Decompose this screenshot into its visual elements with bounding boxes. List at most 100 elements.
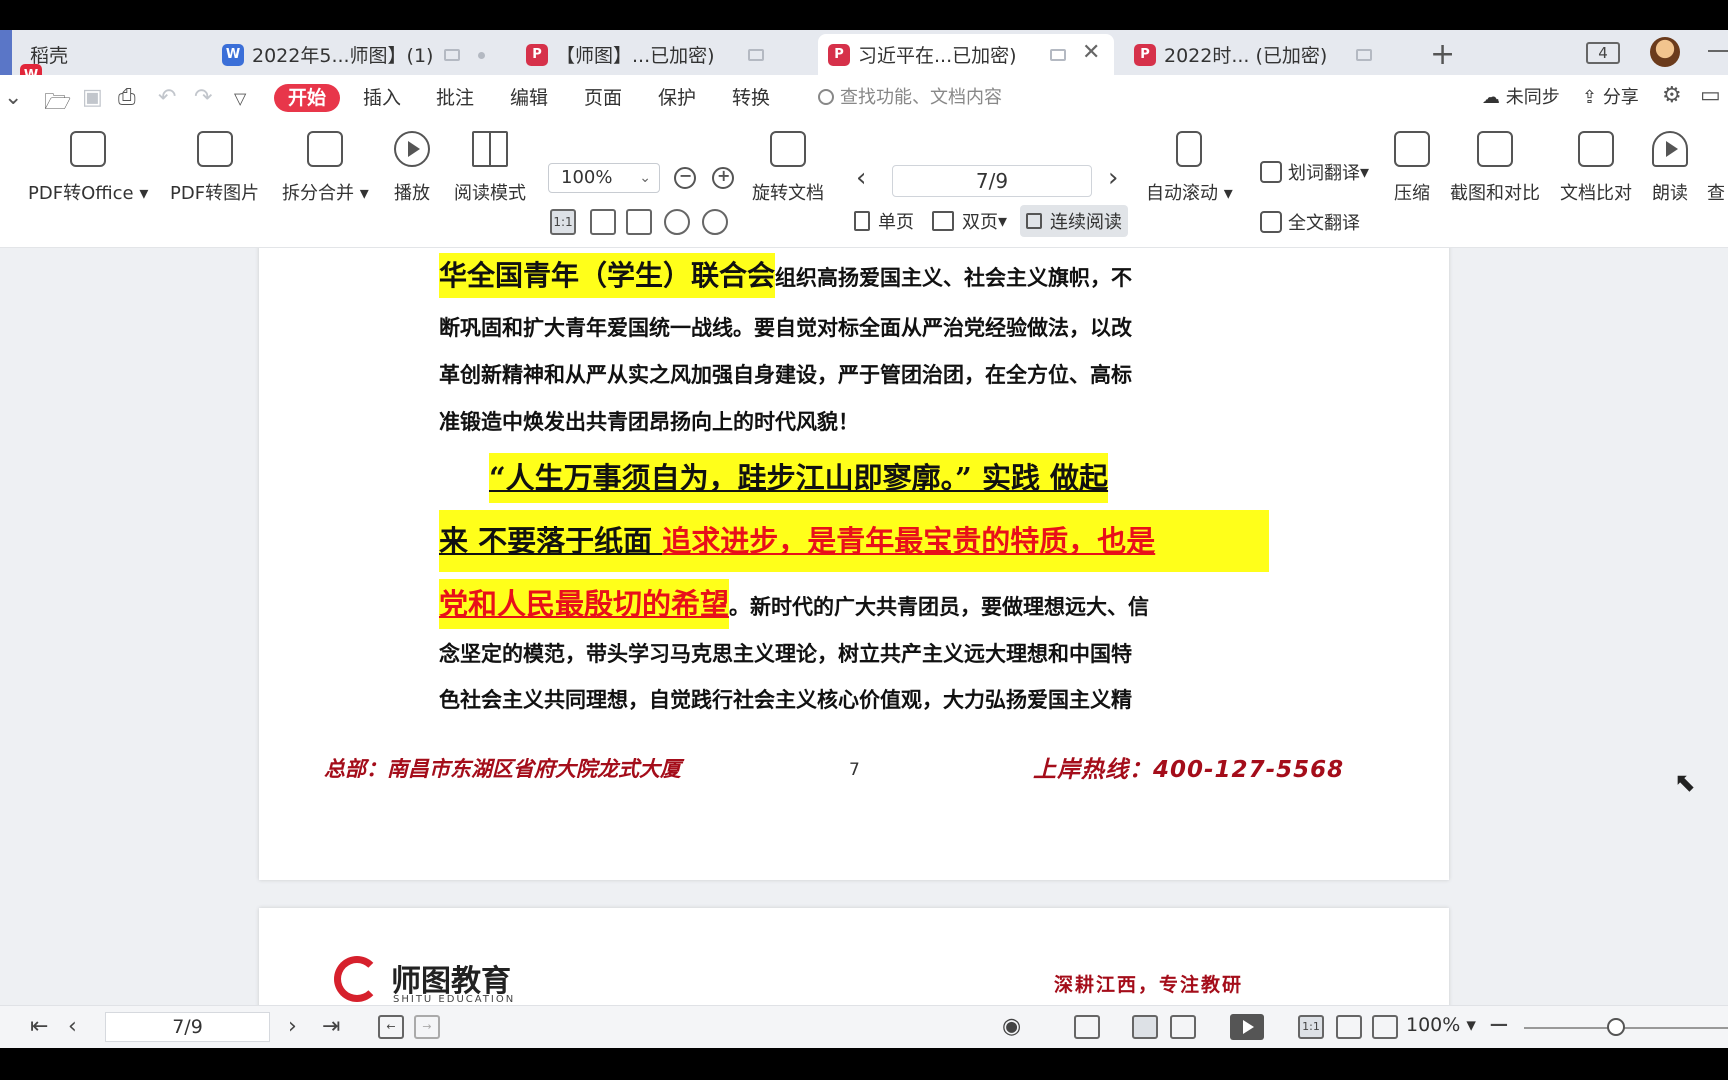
undo-icon[interactable]: ↶ xyxy=(158,85,176,110)
forward-icon[interactable]: → xyxy=(414,1015,440,1039)
eye-protect-icon[interactable]: ◉ xyxy=(1002,1014,1021,1039)
float-window-icon[interactable] xyxy=(444,49,460,61)
full-translate-label: 全文翻译 xyxy=(1288,213,1360,234)
fit-width-icon[interactable] xyxy=(626,209,652,235)
comment-icon[interactable]: ▭ xyxy=(1700,83,1721,108)
fit-width-icon[interactable] xyxy=(1372,1015,1398,1039)
screenshot-compare-label: 截图和对比 xyxy=(1450,183,1540,204)
tab-daoke[interactable]: W 稻壳 xyxy=(20,34,204,86)
menu-annotate[interactable]: 批注 xyxy=(436,84,474,112)
pdf-to-image-button[interactable]: PDF转图片 xyxy=(170,125,259,205)
pdf-page: 华全国青年（学生）联合会组织高扬爱国主义、社会主义旗帜，不 断巩固和扩大青年爱国… xyxy=(259,248,1449,880)
float-window-icon[interactable] xyxy=(1050,49,1066,61)
more-icon xyxy=(1706,131,1726,167)
auto-scroll-button[interactable]: 自动滚动 ▾ xyxy=(1146,125,1233,205)
avatar[interactable] xyxy=(1650,37,1680,67)
rotate-left-icon[interactable] xyxy=(664,209,690,235)
split-merge-button[interactable]: 拆分合并 ▾ xyxy=(282,125,369,205)
status-bar: ⇤ ‹ 7/9 › ⇥ ← → ◉ 1:1 100% ▾ − xyxy=(0,1005,1728,1048)
menu-insert[interactable]: 插入 xyxy=(363,84,401,112)
screenshot-compare-button[interactable]: 截图和对比 xyxy=(1450,125,1540,205)
double-page-icon xyxy=(932,211,954,231)
sync-status-button[interactable]: ☁ 未同步 xyxy=(1482,84,1560,112)
float-window-icon[interactable] xyxy=(1356,49,1372,61)
unsaved-dot-icon xyxy=(478,52,485,59)
quote-text: “人生万事须自为，跬步江山即寥廓。” 实践 做起 xyxy=(489,453,1109,503)
mouse-cursor-icon: ⬉ xyxy=(1674,768,1696,798)
last-page-icon[interactable]: ⇥ xyxy=(322,1014,340,1039)
page-number-input[interactable]: 7/9 xyxy=(105,1012,270,1042)
back-icon[interactable]: ← xyxy=(378,1015,404,1039)
pdf-to-office-label: PDF转Office xyxy=(28,183,134,204)
image-icon xyxy=(196,131,233,167)
pdf-to-office-button[interactable]: PDF转Office ▾ xyxy=(28,125,148,205)
fit-page-icon[interactable] xyxy=(1336,1015,1362,1039)
tab-pdf-active[interactable]: P 习近平在...已加密) ✕ xyxy=(818,34,1114,75)
doc-compare-button[interactable]: 文档比对 xyxy=(1560,125,1632,205)
play-icon[interactable] xyxy=(1230,1014,1264,1040)
single-page-icon[interactable] xyxy=(1132,1015,1158,1039)
actual-size-icon[interactable]: 1:1 xyxy=(1298,1015,1324,1039)
page-number-input[interactable]: 7/9 xyxy=(892,165,1092,197)
compress-button[interactable]: 压缩 xyxy=(1394,125,1430,205)
tab-pdf-shitu[interactable]: P 【师图】...已加密) xyxy=(516,34,806,75)
quick-access-dropdown-icon[interactable]: ▽ xyxy=(234,89,246,108)
single-page-button[interactable]: 单页 xyxy=(848,205,920,237)
zoom-slider-knob[interactable] xyxy=(1606,1018,1625,1036)
first-page-icon[interactable]: ⇤ xyxy=(30,1014,48,1039)
actual-size-icon[interactable]: 1:1 xyxy=(550,209,576,235)
menu-convert[interactable]: 转换 xyxy=(732,84,770,112)
zoom-in-icon[interactable]: + xyxy=(712,166,734,189)
print-icon[interactable]: ⎙ xyxy=(118,85,136,110)
document-viewport[interactable]: 华全国青年（学生）联合会组织高扬爱国主义、社会主义旗帜，不 断巩固和扩大青年爱国… xyxy=(0,248,1728,1035)
more-tools-button[interactable]: 查 xyxy=(1706,125,1726,205)
prev-page-icon[interactable]: ‹ xyxy=(68,1014,77,1039)
chevron-down-icon[interactable]: ⌄ xyxy=(4,85,22,110)
share-button[interactable]: ⇪ 分享 xyxy=(1582,84,1639,112)
zoom-out-icon[interactable]: − xyxy=(674,166,696,189)
window-accent-strip xyxy=(0,30,12,75)
next-page-icon[interactable]: › xyxy=(288,1014,297,1039)
word-translate-button[interactable]: 划词翻译 ▾ xyxy=(1260,159,1369,185)
split-merge-label: 拆分合并 xyxy=(282,183,354,204)
close-icon[interactable]: ✕ xyxy=(1082,40,1100,65)
rotate-right-icon[interactable] xyxy=(702,209,728,235)
full-translate-button[interactable]: 全文翻译 xyxy=(1260,209,1360,235)
read-mode-button[interactable]: 阅读模式 xyxy=(454,125,526,205)
next-page-icon[interactable]: › xyxy=(1108,163,1118,193)
double-page-button[interactable]: 双页 ▾ xyxy=(926,205,1013,237)
menu-protect[interactable]: 保护 xyxy=(658,84,696,112)
compress-icon xyxy=(1394,131,1430,167)
continuous-read-button[interactable]: 连续阅读 xyxy=(1020,205,1128,237)
zoom-out-icon[interactable]: − xyxy=(1488,1010,1510,1040)
redo-icon[interactable]: ↷ xyxy=(194,85,212,110)
search-input[interactable]: 查找功能、文档内容 xyxy=(818,84,1002,112)
menu-start[interactable]: 开始 xyxy=(274,84,341,112)
tab-pdf-2022[interactable]: P 2022时... (已加密) xyxy=(1124,34,1414,75)
read-aloud-label: 朗读 xyxy=(1652,183,1688,204)
zoom-select[interactable]: 100% ⌄ xyxy=(548,163,660,193)
minimize-icon[interactable] xyxy=(1708,50,1728,52)
compress-label: 压缩 xyxy=(1394,183,1430,204)
single-page-label: 单页 xyxy=(878,212,914,233)
zoom-slider[interactable] xyxy=(1524,1018,1728,1036)
fit-page-icon[interactable] xyxy=(590,209,616,235)
menu-page[interactable]: 页面 xyxy=(584,84,622,112)
new-tab-plus-icon[interactable]: + xyxy=(1430,37,1455,72)
play-button[interactable]: 播放 xyxy=(394,125,430,205)
read-aloud-button[interactable]: 朗读 xyxy=(1652,125,1688,205)
save-icon[interactable]: ▣ xyxy=(82,85,103,110)
zoom-level[interactable]: 100% ▾ xyxy=(1406,1014,1476,1036)
rotate-doc-button[interactable]: 旋转文档 xyxy=(752,125,824,205)
open-folder-icon[interactable]: 🗁 xyxy=(44,85,71,123)
prev-page-icon[interactable]: ‹ xyxy=(856,163,866,193)
float-window-icon[interactable] xyxy=(748,49,764,61)
menu-edit[interactable]: 编辑 xyxy=(510,84,548,112)
gear-icon[interactable]: ⚙ xyxy=(1662,83,1682,108)
text-line: “人生万事须自为，跬步江山即寥廓。” 实践 做起 xyxy=(439,447,1269,509)
double-page-icon[interactable] xyxy=(1170,1015,1196,1039)
split-merge-icon xyxy=(307,131,344,167)
tab-word-doc[interactable]: W 2022年5...师图】(1) xyxy=(212,34,504,75)
continuous-view-icon[interactable] xyxy=(1074,1015,1100,1039)
window-count-icon[interactable]: 4 xyxy=(1586,42,1620,64)
